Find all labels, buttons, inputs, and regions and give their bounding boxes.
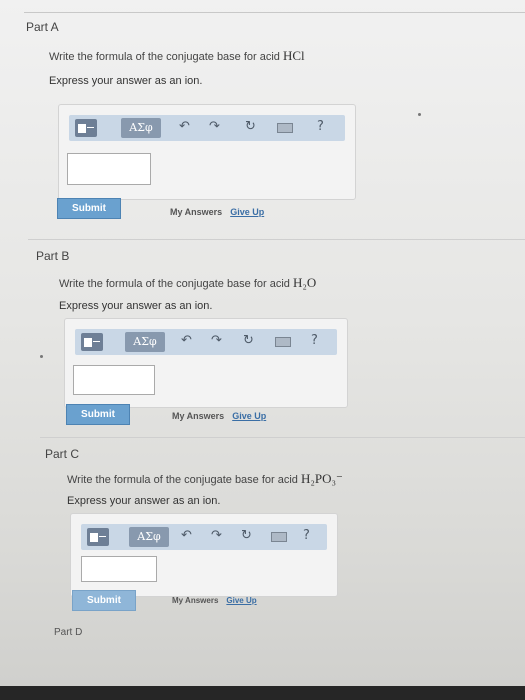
- part-c-answer-input[interactable]: [81, 556, 157, 582]
- undo-icon[interactable]: ↶: [179, 119, 190, 134]
- part-c-toolbar: ΑΣφ ↶ ↷ ↻ ?: [81, 524, 327, 550]
- greek-symbols-button[interactable]: ΑΣφ: [129, 527, 169, 547]
- part-d-title: Part D: [54, 627, 83, 638]
- part-b-section: Part B Write the formula of the conjugat…: [36, 249, 316, 312]
- part-a-answer-editor: ΑΣφ ↶ ↷ ↻ ?: [58, 104, 356, 200]
- part-b-instruction: Express your answer as an ion.: [59, 300, 213, 312]
- help-button[interactable]: ?: [317, 119, 324, 134]
- part-c-submit-button[interactable]: Submit: [72, 590, 136, 611]
- fraction-template-icon[interactable]: [81, 333, 103, 351]
- give-up-link[interactable]: Give Up: [226, 596, 256, 605]
- greek-symbols-button[interactable]: ΑΣφ: [125, 332, 165, 352]
- undo-icon[interactable]: ↶: [181, 528, 192, 543]
- help-button[interactable]: ?: [303, 528, 310, 543]
- reset-icon[interactable]: ↻: [241, 528, 252, 543]
- my-answers-link[interactable]: My Answers: [172, 596, 218, 605]
- part-c-formula: H₂PO₃⁻: [300, 471, 343, 486]
- part-a-section: Part A Write the formula of the conjugat…: [26, 20, 305, 87]
- keyboard-icon[interactable]: [275, 337, 291, 347]
- undo-icon[interactable]: ↶: [181, 333, 192, 348]
- give-up-link[interactable]: Give Up: [232, 411, 266, 421]
- part-a-formula: HCl: [282, 48, 305, 63]
- part-a-title: Part A: [26, 20, 59, 34]
- part-b-links: My Answers Give Up: [172, 411, 266, 421]
- fraction-template-icon[interactable]: [87, 528, 109, 546]
- part-c-answer-editor: ΑΣφ ↶ ↷ ↻ ?: [70, 513, 338, 597]
- part-c-section: Part C Write the formula of the conjugat…: [45, 447, 343, 507]
- reset-icon[interactable]: ↻: [245, 119, 256, 134]
- part-b-title: Part B: [36, 249, 70, 263]
- part-a-toolbar: ΑΣφ ↶ ↷ ↻ ?: [69, 115, 345, 141]
- help-button[interactable]: ?: [311, 333, 318, 348]
- part-c-links: My Answers Give Up: [172, 596, 257, 605]
- keyboard-icon[interactable]: [277, 123, 293, 133]
- part-b-answer-input[interactable]: [73, 365, 155, 395]
- decorative-dot: [418, 113, 421, 116]
- part-c-title: Part C: [45, 447, 80, 461]
- part-c-instruction: Express your answer as an ion.: [67, 495, 221, 507]
- section-divider: [40, 437, 525, 438]
- my-answers-link[interactable]: My Answers: [170, 207, 222, 217]
- redo-icon[interactable]: ↷: [209, 119, 220, 134]
- redo-icon[interactable]: ↷: [211, 528, 222, 543]
- top-divider: [24, 12, 525, 13]
- decorative-dot: [40, 355, 43, 358]
- part-a-answer-input[interactable]: [67, 153, 151, 185]
- part-b-answer-editor: ΑΣφ ↶ ↷ ↻ ?: [64, 318, 348, 408]
- fraction-template-icon[interactable]: [75, 119, 97, 137]
- part-d-section: Part D: [54, 627, 82, 638]
- part-c-question: Write the formula of the conjugate base …: [67, 471, 343, 486]
- part-b-submit-button[interactable]: Submit: [66, 404, 130, 425]
- part-a-question: Write the formula of the conjugate base …: [49, 48, 305, 63]
- section-divider: [28, 239, 525, 240]
- screen-bezel: [0, 686, 525, 700]
- give-up-link[interactable]: Give Up: [230, 207, 264, 217]
- part-b-toolbar: ΑΣφ ↶ ↷ ↻ ?: [75, 329, 337, 355]
- keyboard-icon[interactable]: [271, 532, 287, 542]
- part-a-submit-button[interactable]: Submit: [57, 198, 121, 219]
- reset-icon[interactable]: ↻: [243, 333, 254, 348]
- redo-icon[interactable]: ↷: [211, 333, 222, 348]
- greek-symbols-button[interactable]: ΑΣφ: [121, 118, 161, 138]
- part-a-links: My Answers Give Up: [170, 207, 264, 217]
- part-a-instruction: Express your answer as an ion.: [49, 75, 203, 87]
- my-answers-link[interactable]: My Answers: [172, 411, 224, 421]
- part-b-formula: H₂O: [292, 275, 317, 290]
- part-b-question: Write the formula of the conjugate base …: [59, 275, 317, 290]
